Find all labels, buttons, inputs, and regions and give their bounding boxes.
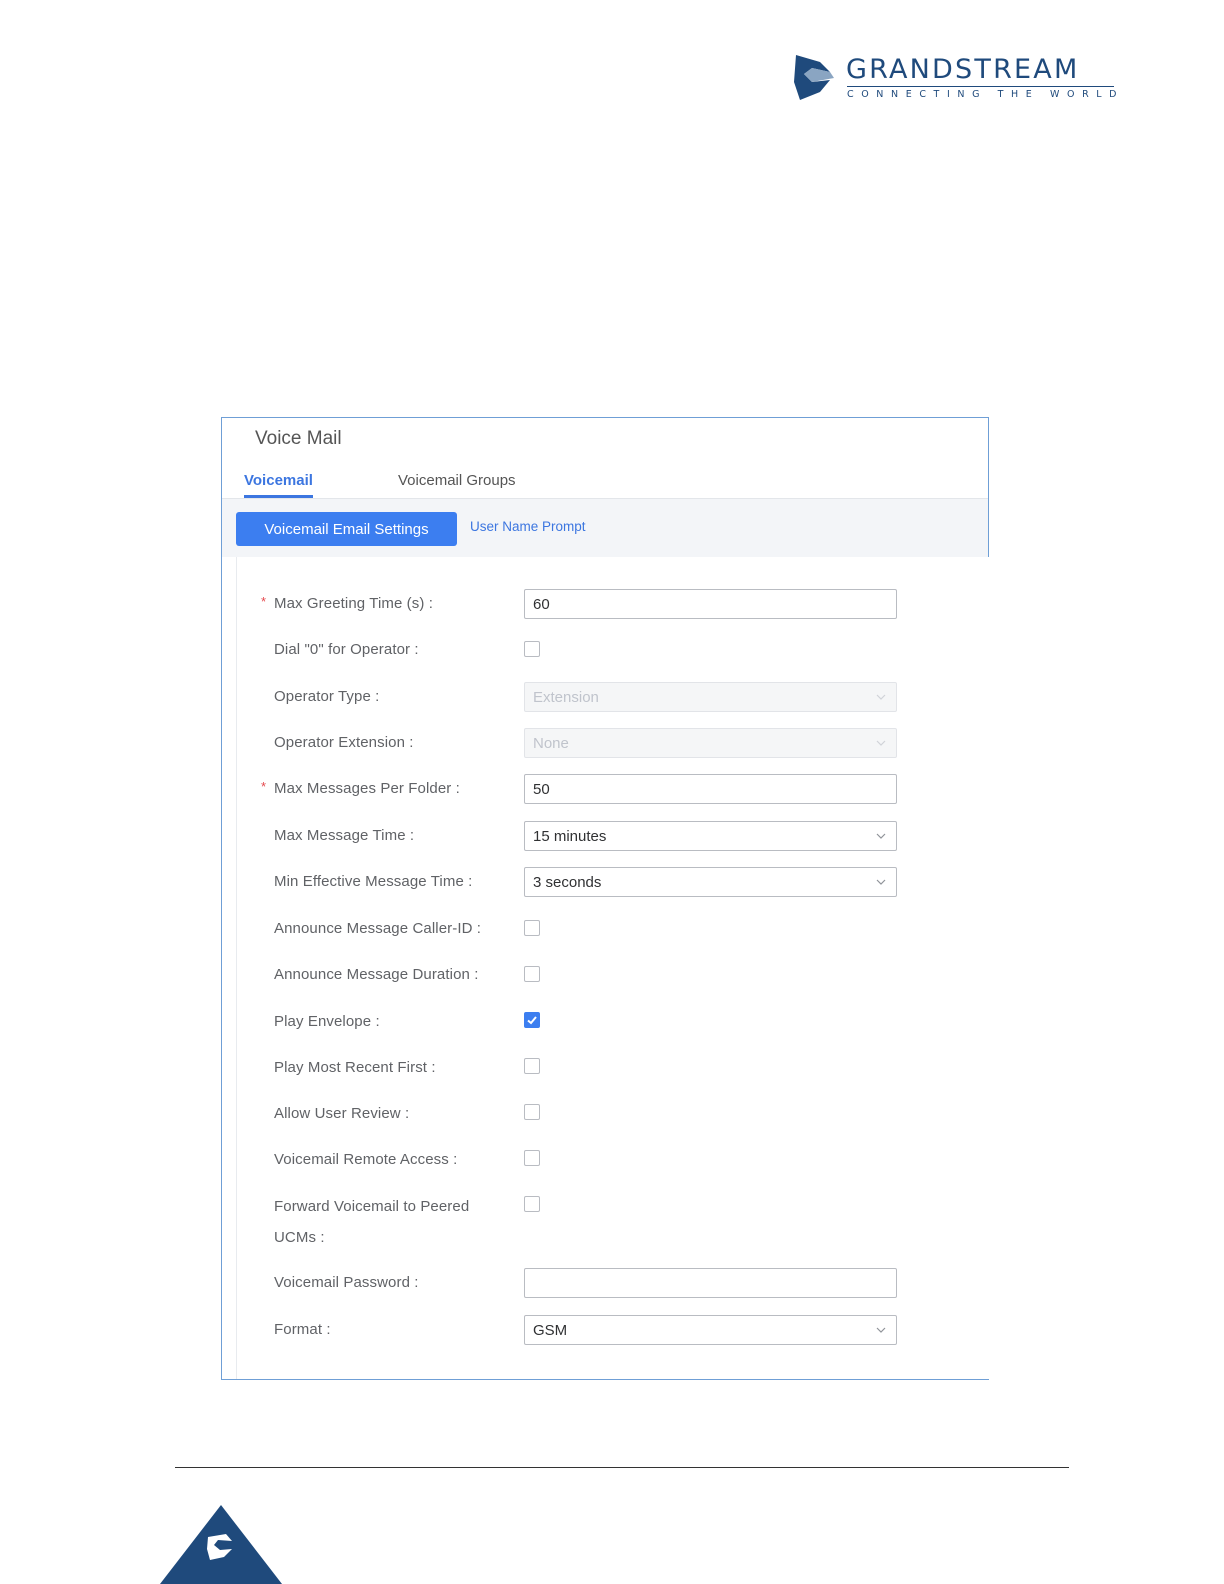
voicemail-remote-access-checkbox[interactable] [524,1150,540,1166]
subtab-voicemail-email-settings[interactable]: Voicemail Email Settings [236,512,457,546]
operator-type-select: Extension [524,682,897,712]
min-effective-message-time-value: 3 seconds [533,873,602,891]
play-envelope-checkbox[interactable] [524,1012,540,1028]
format-label: Format : [274,1321,331,1338]
forward-voicemail-peered-label: Forward Voicemail to Peered UCMs : [274,1198,470,1246]
allow-user-review-label: Allow User Review : [274,1105,410,1122]
operator-type-value: Extension [533,688,599,706]
chevron-down-icon [876,694,886,700]
grandstream-logo-icon [794,55,834,100]
max-message-time-select[interactable]: 15 minutes [524,821,897,851]
chevron-down-icon [876,879,886,885]
max-messages-per-folder-label: Max Messages Per Folder : [274,780,460,797]
operator-type-label: Operator Type : [274,688,380,705]
required-marker: * [261,594,267,609]
chevron-down-icon [876,740,886,746]
min-effective-message-time-select[interactable]: 3 seconds [524,867,897,897]
settings-form: * Max Greeting Time (s) : 60 Dial "0" fo… [236,557,989,1379]
announce-duration-checkbox[interactable] [524,966,540,982]
min-effective-message-time-label: Min Effective Message Time : [274,873,473,890]
logo-tagline: CONNECTING THE WORLD [847,89,1125,100]
max-greeting-time-label: Max Greeting Time (s) : [274,595,434,612]
tab-voicemail[interactable]: Voicemail [244,472,313,498]
chevron-down-icon [876,1327,886,1333]
required-marker: * [261,779,267,794]
announce-duration-label: Announce Message Duration : [274,966,479,983]
max-messages-per-folder-input[interactable]: 50 [524,774,897,804]
subtab-user-name-prompt[interactable]: User Name Prompt [470,519,586,534]
format-select[interactable]: GSM [524,1315,897,1345]
format-value: GSM [533,1321,568,1339]
chevron-down-icon [876,833,886,839]
play-most-recent-first-checkbox[interactable] [524,1058,540,1074]
subtab-bar: Voicemail Email Settings User Name Promp… [222,499,988,557]
logo-brand-text: GRANDSTREAM [846,54,1080,85]
max-greeting-time-input[interactable]: 60 [524,589,897,619]
play-most-recent-first-label: Play Most Recent First : [274,1059,436,1076]
footer-logo-icon [160,1505,282,1584]
max-message-time-label: Max Message Time : [274,827,415,844]
dial-zero-operator-checkbox[interactable] [524,641,540,657]
operator-extension-label: Operator Extension : [274,734,414,751]
voicemail-remote-access-label: Voicemail Remote Access : [274,1151,458,1168]
play-envelope-label: Play Envelope : [274,1013,380,1030]
tab-voicemail-groups[interactable]: Voicemail Groups [398,472,516,495]
document-page: GRANDSTREAM CONNECTING THE WORLD Voice M… [0,0,1224,1584]
grandstream-logo: GRANDSTREAM CONNECTING THE WORLD [790,52,1120,104]
announce-caller-id-label: Announce Message Caller-ID : [274,920,482,937]
forward-voicemail-peered-checkbox[interactable] [524,1196,540,1212]
dial-zero-operator-label: Dial "0" for Operator : [274,641,419,658]
tab-bar: Voicemail Voicemail Groups [222,464,988,499]
voicemail-password-input[interactable] [524,1268,897,1298]
voice-mail-panel: Voice Mail Voicemail Voicemail Groups Vo… [221,417,989,1380]
voicemail-password-label: Voicemail Password : [274,1274,419,1291]
announce-caller-id-checkbox[interactable] [524,920,540,936]
checkmark-icon [527,1016,537,1025]
panel-title: Voice Mail [255,428,342,449]
logo-divider [847,86,1114,87]
operator-extension-select: None [524,728,897,758]
max-message-time-value: 15 minutes [533,827,607,845]
footer-divider [175,1467,1069,1468]
allow-user-review-checkbox[interactable] [524,1104,540,1120]
operator-extension-value: None [533,734,569,752]
